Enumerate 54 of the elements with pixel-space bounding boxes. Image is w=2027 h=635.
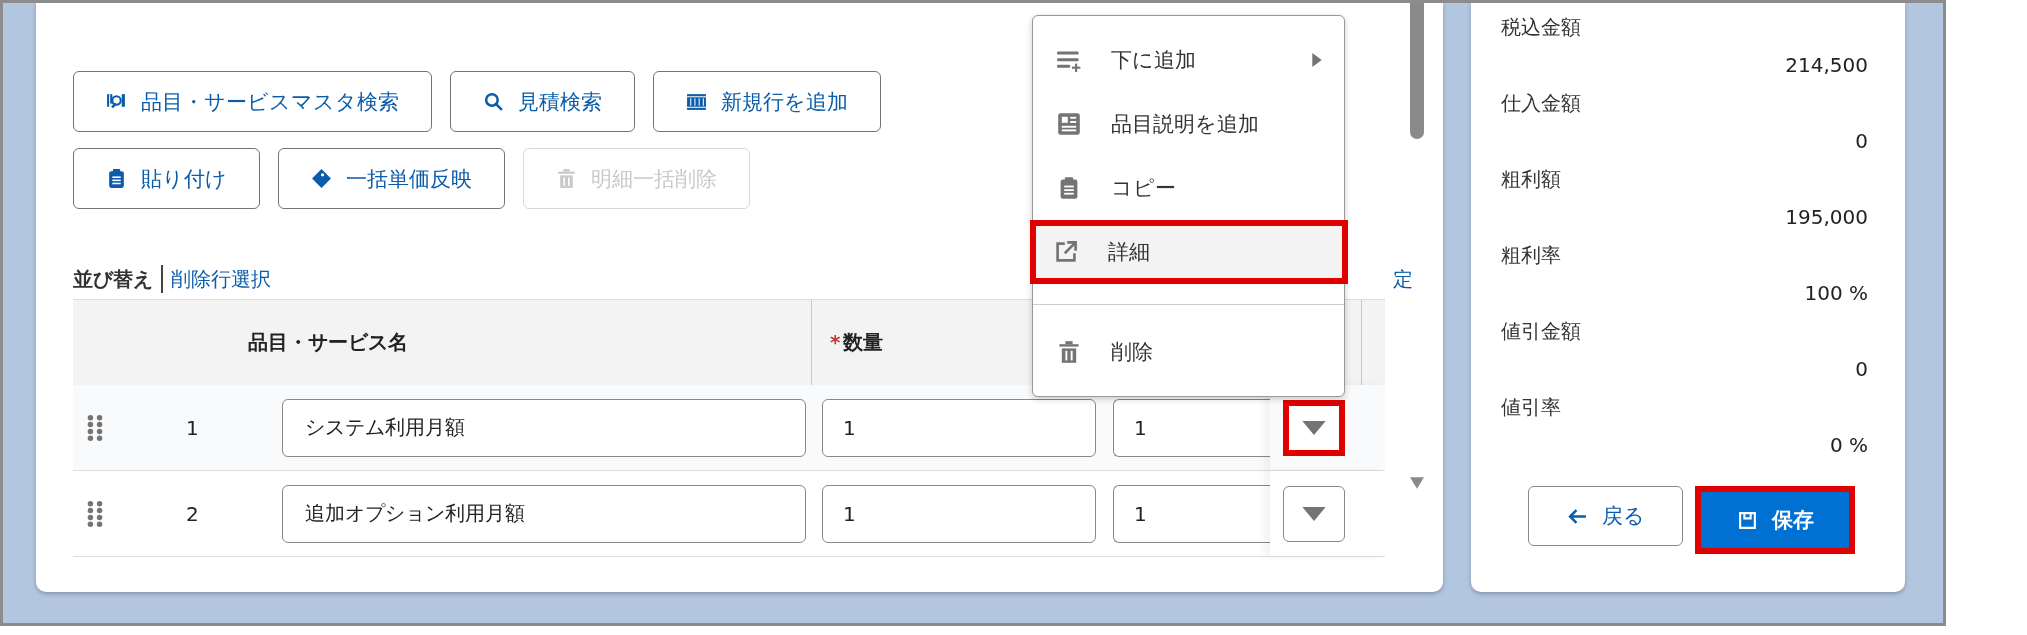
caret-down-icon bbox=[1302, 506, 1326, 521]
summary-label: 粗利額 bbox=[1501, 166, 1563, 193]
settings-link[interactable]: 定 bbox=[1393, 265, 1414, 293]
toolbar-button[interactable]: 見積検索 bbox=[450, 71, 635, 132]
tag-icon bbox=[311, 168, 332, 189]
summary-label: 値引金額 bbox=[1501, 318, 1583, 345]
summary-label: 税込金額 bbox=[1501, 14, 1583, 41]
delete-row-select-link[interactable]: 削除行選択 bbox=[170, 265, 271, 293]
menu-item[interactable]: 品目説明を追加 bbox=[1033, 92, 1344, 156]
document-icon bbox=[1057, 112, 1081, 136]
column-header: 品目・サービス名 bbox=[248, 329, 408, 356]
menu-item[interactable]: 下に追加 bbox=[1033, 28, 1344, 92]
summary-label: 仕入金額 bbox=[1501, 90, 1583, 117]
submenu-arrow-icon bbox=[1312, 53, 1322, 67]
input-field[interactable]: 1 bbox=[1113, 398, 1270, 457]
sort-label[interactable]: 並び替え bbox=[73, 265, 153, 293]
summary-value: 195,000 bbox=[1784, 204, 1868, 231]
row-menu-button[interactable] bbox=[1283, 485, 1345, 542]
trash-icon bbox=[1057, 339, 1081, 364]
external-link-icon bbox=[1054, 240, 1078, 264]
menu-item[interactable]: 詳細 bbox=[1030, 220, 1348, 284]
drag-handle-icon[interactable] bbox=[87, 498, 103, 529]
summary-value: 0 bbox=[1854, 356, 1868, 383]
trash-icon bbox=[556, 168, 577, 189]
toolbar-button[interactable]: 品目・サービスマスタ検索 bbox=[73, 71, 432, 132]
toolbar-button[interactable]: 貼り付け bbox=[73, 148, 260, 209]
summary-label: 値引率 bbox=[1501, 394, 1563, 421]
item-name-field[interactable]: 追加オプション利用月額 bbox=[282, 484, 806, 543]
quantity-field[interactable]: 1 bbox=[822, 484, 1096, 543]
toolbar-button[interactable]: 新規行を追加 bbox=[653, 71, 881, 132]
column-header: *数量 bbox=[830, 329, 884, 356]
row-number: 1 bbox=[185, 415, 200, 440]
back-button[interactable]: 戻る bbox=[1528, 486, 1684, 546]
summary-value: 214,500 bbox=[1784, 52, 1868, 79]
summary-value: 0 % bbox=[1828, 432, 1868, 459]
item-name-field[interactable]: システム利用月額 bbox=[282, 398, 806, 457]
toolbar-button[interactable]: 一括単価反映 bbox=[278, 148, 505, 209]
scroll-down-icon[interactable] bbox=[1410, 477, 1424, 489]
table-icon bbox=[686, 91, 707, 112]
menu-item[interactable]: 削除 bbox=[1033, 304, 1344, 384]
save-button[interactable]: 保存 bbox=[1695, 486, 1856, 554]
search-icon bbox=[483, 91, 504, 112]
clipboard-icon bbox=[106, 168, 127, 189]
row-menu-button[interactable] bbox=[1283, 399, 1345, 456]
caret-down-icon bbox=[1302, 420, 1326, 435]
menu-item[interactable]: コピー bbox=[1033, 156, 1344, 220]
summary-label: 粗利率 bbox=[1501, 242, 1563, 269]
row-number: 2 bbox=[185, 501, 200, 526]
save-icon bbox=[1736, 509, 1758, 531]
quantity-field[interactable]: 1 bbox=[822, 398, 1096, 457]
input-field[interactable]: 1 bbox=[1113, 484, 1270, 543]
summary-value: 0 bbox=[1854, 128, 1868, 155]
summary-value: 100 % bbox=[1803, 280, 1868, 307]
drag-handle-icon[interactable] bbox=[87, 412, 103, 443]
